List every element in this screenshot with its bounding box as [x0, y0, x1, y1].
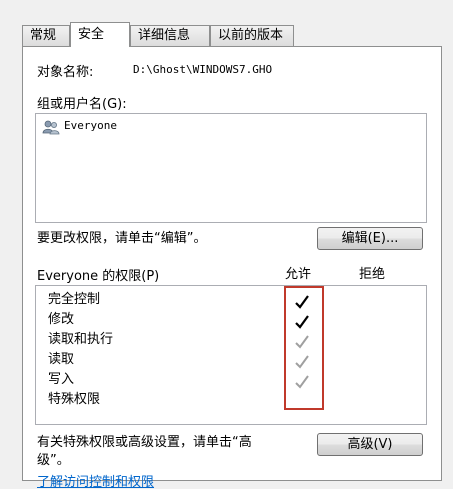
properties-dialog: 常规 安全 详细信息 以前的版本 对象名称: D:\Ghost\WINDOWS7…: [0, 0, 453, 490]
perm-row-label: 读取: [48, 352, 75, 367]
tab-previous-versions[interactable]: 以前的版本: [210, 25, 294, 46]
security-panel: 对象名称: D:\Ghost\WINDOWS7.GHO 组或用户名(G): Ev…: [22, 46, 442, 490]
advanced-button-label: 高级(V): [347, 437, 393, 452]
permissions-listbox[interactable]: 完全控制 修改 读取和执行 读取 写入 特殊权限: [35, 285, 427, 425]
access-control-help-link[interactable]: 了解访问控制和权限: [37, 471, 154, 490]
advanced-button[interactable]: 高级(V): [317, 433, 423, 456]
object-name-label: 对象名称:: [37, 65, 94, 80]
groups-label: 组或用户名(G):: [37, 97, 127, 112]
advanced-hint-line1: 有关特殊权限或高级设置，请单击“高: [37, 435, 252, 450]
perm-row-label: 读取和执行: [48, 332, 114, 347]
perm-row-label: 完全控制: [48, 292, 101, 307]
allow-column-highlight: [284, 286, 324, 410]
perm-row-label: 特殊权限: [48, 392, 101, 407]
edit-button[interactable]: 编辑(E)...: [317, 227, 423, 250]
tab-strip: 常规 安全 详细信息 以前的版本: [22, 22, 442, 47]
object-name-value: D:\Ghost\WINDOWS7.GHO: [133, 63, 273, 76]
perm-row-label: 修改: [48, 312, 75, 327]
deny-column-header: 拒绝: [359, 267, 386, 282]
tab-security[interactable]: 安全: [70, 22, 130, 47]
allow-column-header: 允许: [285, 267, 312, 282]
group-item-label: Everyone: [64, 119, 117, 132]
groups-listbox[interactable]: Everyone: [35, 113, 427, 223]
permissions-header: Everyone 的权限(P): [37, 265, 159, 284]
tab-details[interactable]: 详细信息: [130, 25, 210, 46]
tab-general[interactable]: 常规: [22, 25, 70, 46]
advanced-hint-line2: 级”。: [37, 453, 70, 468]
perm-row-label: 写入: [48, 372, 75, 387]
edit-button-label: 编辑(E)...: [341, 231, 399, 246]
users-icon: [42, 120, 60, 135]
edit-hint: 要更改权限，请单击“编辑”。: [37, 231, 207, 246]
permissions-header-text: Everyone 的权限(P): [37, 269, 160, 284]
